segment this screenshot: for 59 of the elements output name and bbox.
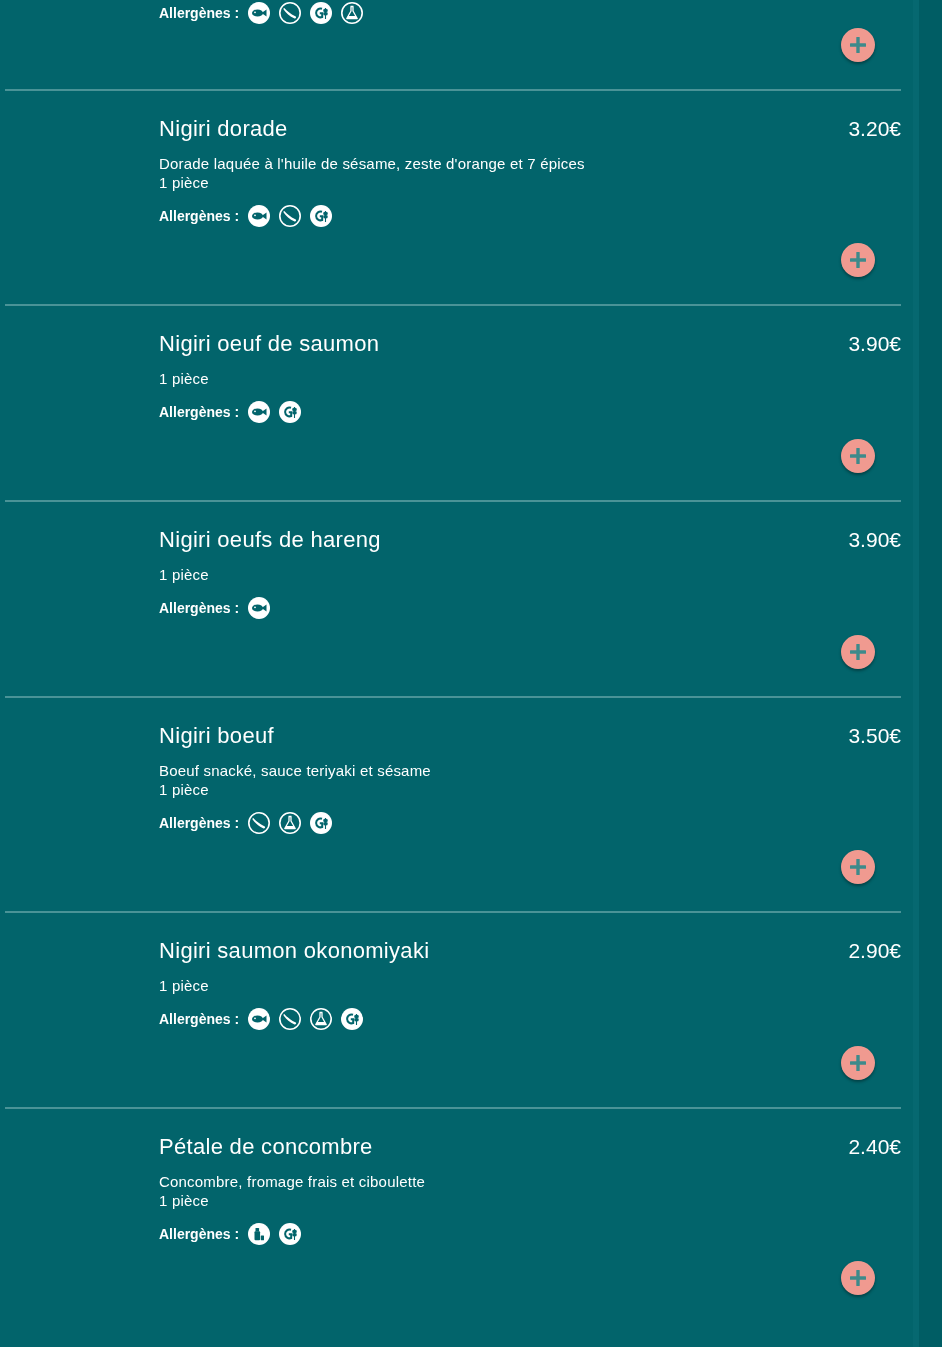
dish-description: Concombre, fromage frais et ciboulette bbox=[159, 1172, 426, 1191]
allergens-label: Allergènes : bbox=[159, 815, 240, 831]
dish-description: Boeuf snacké, sauce teriyaki et sésame bbox=[159, 761, 431, 780]
wheat-icon bbox=[279, 401, 302, 423]
dish-name: Nigiri oeuf de saumon bbox=[159, 330, 380, 358]
allergens-label: Allergènes : bbox=[159, 208, 240, 224]
dish-quantity: 1 pièce bbox=[159, 1191, 209, 1210]
flask-icon bbox=[341, 2, 364, 24]
dish-quantity: 1 pièce bbox=[159, 976, 209, 995]
fish-icon bbox=[248, 205, 271, 227]
dish-price: 3.90€ bbox=[848, 331, 901, 357]
fish-icon bbox=[248, 401, 271, 423]
dish-name: Nigiri boeuf bbox=[159, 722, 274, 750]
wheat-icon bbox=[341, 1008, 364, 1030]
add-button[interactable] bbox=[841, 1261, 875, 1295]
fish-icon bbox=[248, 1008, 271, 1030]
dish-name: Nigiri oeufs de hareng bbox=[159, 526, 381, 554]
add-button[interactable] bbox=[841, 1046, 875, 1080]
wheat-icon bbox=[279, 1223, 302, 1245]
wheat-icon bbox=[310, 205, 333, 227]
add-button[interactable] bbox=[841, 635, 875, 669]
add-button[interactable] bbox=[841, 850, 875, 884]
allergens-label: Allergènes : bbox=[159, 404, 240, 420]
dish-name: Pétale de concombre bbox=[159, 1133, 373, 1161]
dish-price: 2.90€ bbox=[848, 938, 901, 964]
add-button[interactable] bbox=[841, 28, 875, 62]
pod-icon bbox=[279, 2, 302, 24]
dish-price: 3.90€ bbox=[848, 527, 901, 553]
plus-icon bbox=[850, 644, 866, 660]
dish-description: Dorade laquée à l'huile de sésame, zeste d'orange et 7 épices bbox=[159, 154, 585, 173]
dish-quantity: 1 pièce bbox=[159, 369, 209, 388]
dish-price: 3.20€ bbox=[848, 116, 901, 142]
dish-quantity: 1 pièce bbox=[159, 173, 209, 192]
pod-icon bbox=[279, 1008, 302, 1030]
allergens-label: Allergènes : bbox=[159, 1011, 240, 1027]
allergens-label: Allergènes : bbox=[159, 5, 240, 21]
dish-name: Nigiri saumon okonomiyaki bbox=[159, 937, 430, 965]
plus-icon bbox=[850, 252, 866, 268]
plus-icon bbox=[850, 859, 866, 875]
dish-price: 3.50€ bbox=[848, 723, 901, 749]
dish-quantity: 1 pièce bbox=[159, 565, 209, 584]
plus-icon bbox=[850, 1055, 866, 1071]
flask-icon bbox=[279, 812, 302, 834]
dish-quantity: 1 pièce bbox=[159, 780, 209, 799]
pod-icon bbox=[279, 205, 302, 227]
plus-icon bbox=[850, 37, 866, 53]
allergens-label: Allergènes : bbox=[159, 600, 240, 616]
allergens-label: Allergènes : bbox=[159, 1226, 240, 1242]
plus-icon bbox=[850, 448, 866, 464]
wheat-icon bbox=[310, 812, 333, 834]
plus-icon bbox=[850, 1270, 866, 1286]
pod-icon bbox=[248, 812, 271, 834]
dish-name: Nigiri dorade bbox=[159, 115, 288, 143]
bottle-icon bbox=[248, 1223, 271, 1245]
flask-icon bbox=[310, 1008, 333, 1030]
add-button[interactable] bbox=[841, 439, 875, 473]
dish-price: 2.40€ bbox=[848, 1134, 901, 1160]
add-button[interactable] bbox=[841, 243, 875, 277]
fish-icon bbox=[248, 597, 271, 619]
